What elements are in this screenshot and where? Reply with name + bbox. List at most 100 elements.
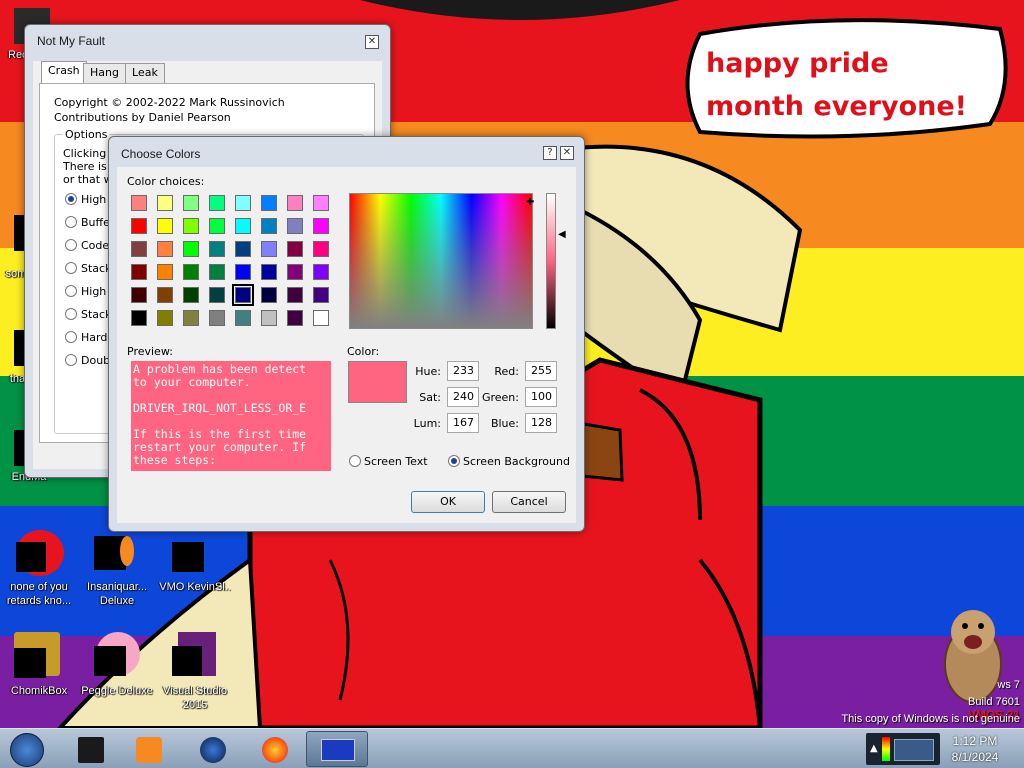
color-swatch[interactable] xyxy=(313,195,329,211)
taskbar-item-firefox[interactable] xyxy=(246,731,302,767)
ok-button[interactable]: OK xyxy=(411,491,485,513)
color-swatch[interactable] xyxy=(232,284,254,306)
color-swatch[interactable] xyxy=(157,310,173,326)
color-swatch[interactable] xyxy=(183,287,199,303)
color-swatch[interactable] xyxy=(287,264,303,280)
color-swatch[interactable] xyxy=(261,287,277,303)
luminance-arrow-icon[interactable]: ◀ xyxy=(558,229,566,240)
radio-screen-background[interactable] xyxy=(448,455,460,467)
help-icon[interactable]: ? xyxy=(543,146,557,160)
tab-crash[interactable]: Crash xyxy=(41,61,87,83)
color-swatch[interactable] xyxy=(313,264,329,280)
radio-stack-2[interactable] xyxy=(65,308,77,320)
color-swatch[interactable] xyxy=(131,264,147,280)
color-swatch[interactable] xyxy=(313,310,329,326)
blue-input[interactable]: 128 xyxy=(525,413,557,433)
color-swatch[interactable] xyxy=(157,241,173,257)
desktop-icon-chomikbox[interactable]: ChomikBox xyxy=(0,632,78,712)
color-swatch[interactable] xyxy=(261,264,277,280)
color-swatch[interactable] xyxy=(287,195,303,211)
tray-arrow-icon[interactable]: ▲ xyxy=(870,743,878,754)
tab-hang[interactable]: Hang xyxy=(83,63,126,83)
tray-volume-icon[interactable] xyxy=(882,737,890,761)
desktop-icon-peggle[interactable]: Peggle Deluxe xyxy=(78,632,156,712)
tab-leak[interactable]: Leak xyxy=(125,63,165,83)
desktop-icon-none-of-you[interactable]: none of you retards kno... xyxy=(0,528,78,608)
close-icon[interactable]: ✕ xyxy=(365,35,379,49)
screen-text-label: Screen Text xyxy=(364,455,428,468)
red-input[interactable]: 255 xyxy=(525,361,557,381)
color-swatch[interactable] xyxy=(131,310,147,326)
radio-high-irql-2[interactable] xyxy=(65,285,77,297)
color-swatch[interactable] xyxy=(209,264,225,280)
color-swatch[interactable] xyxy=(235,195,251,211)
desktop-icon-vmo-kevin[interactable]: VMO KevinSl.. xyxy=(156,528,234,608)
color-swatch[interactable] xyxy=(261,218,277,234)
color-swatch[interactable] xyxy=(183,264,199,280)
radio-buffer[interactable] xyxy=(65,216,77,228)
color-swatch[interactable] xyxy=(183,195,199,211)
close-icon[interactable]: ✕ xyxy=(560,146,574,160)
taskbar-item-media-player[interactable] xyxy=(120,731,176,767)
desktop-icon-visual-studio[interactable]: Visual Studio 2015 xyxy=(156,632,234,712)
color-swatch[interactable] xyxy=(261,241,277,257)
notmyfault-icon xyxy=(321,739,355,761)
taskbar-item-app[interactable] xyxy=(62,731,118,767)
color-swatch[interactable] xyxy=(235,310,251,326)
color-swatch[interactable] xyxy=(235,264,251,280)
radio-hardcoded[interactable] xyxy=(65,331,77,343)
color-swatch[interactable] xyxy=(209,287,225,303)
color-swatch[interactable] xyxy=(183,241,199,257)
preview-label: Preview: xyxy=(127,345,173,358)
crosshair-icon: ✚ xyxy=(526,197,535,208)
watermark-line2: Build 7601 xyxy=(968,696,1020,708)
color-swatch[interactable] xyxy=(313,218,329,234)
radio-screen-text[interactable] xyxy=(349,455,361,467)
choose-colors-dialog[interactable]: Choose Colors ? ✕ Color choices: ✚ ◀ Pre… xyxy=(108,136,585,532)
color-swatch[interactable] xyxy=(313,241,329,257)
color-swatch[interactable] xyxy=(157,264,173,280)
color-swatch[interactable] xyxy=(287,241,303,257)
clock[interactable]: 1:12 PM 8/1/2024 xyxy=(940,733,1010,765)
color-swatch[interactable] xyxy=(183,310,199,326)
color-swatch[interactable] xyxy=(209,195,225,211)
color-swatch[interactable] xyxy=(131,218,147,234)
radio-high-irql[interactable] xyxy=(65,193,77,205)
radio-stack[interactable] xyxy=(65,262,77,274)
color-swatch[interactable] xyxy=(209,218,225,234)
green-input[interactable]: 100 xyxy=(525,387,557,407)
sat-input[interactable]: 240 xyxy=(447,387,479,407)
color-swatch[interactable] xyxy=(183,218,199,234)
taskbar-item-notmyfault[interactable] xyxy=(306,731,368,767)
start-button[interactable] xyxy=(0,731,56,767)
color-swatch[interactable] xyxy=(261,195,277,211)
color-swatch[interactable] xyxy=(287,287,303,303)
color-swatch[interactable] xyxy=(157,218,173,234)
hue-input[interactable]: 233 xyxy=(447,361,479,381)
color-swatch[interactable] xyxy=(235,218,251,234)
tray-network-icon[interactable] xyxy=(894,739,934,761)
color-spectrum[interactable]: ✚ xyxy=(349,193,535,329)
radio-double[interactable] xyxy=(65,354,77,366)
color-swatch[interactable] xyxy=(313,287,329,303)
color-swatch[interactable] xyxy=(235,241,251,257)
window-title: Not My Fault xyxy=(37,34,106,48)
color-swatch[interactable] xyxy=(287,310,303,326)
lum-input[interactable]: 167 xyxy=(447,413,479,433)
color-swatch[interactable] xyxy=(209,241,225,257)
color-swatch[interactable] xyxy=(157,195,173,211)
color-swatch[interactable] xyxy=(261,310,277,326)
color-swatch[interactable] xyxy=(131,287,147,303)
taskbar-item-globe[interactable] xyxy=(184,731,240,767)
color-swatch[interactable] xyxy=(131,241,147,257)
watermark-line3: This copy of Windows is not genuine xyxy=(841,713,1020,725)
color-swatch[interactable] xyxy=(157,287,173,303)
luminance-bar[interactable] xyxy=(546,193,556,329)
cancel-button[interactable]: Cancel xyxy=(492,491,566,513)
color-swatch[interactable] xyxy=(287,218,303,234)
color-swatch[interactable] xyxy=(209,310,225,326)
desktop-icon-insaniquarium[interactable]: Insaniquar... Deluxe xyxy=(78,528,156,608)
color-dialog-panel: Color choices: ✚ ◀ Preview: A problem ha… xyxy=(117,167,576,523)
color-swatch[interactable] xyxy=(131,195,147,211)
radio-code[interactable] xyxy=(65,239,77,251)
